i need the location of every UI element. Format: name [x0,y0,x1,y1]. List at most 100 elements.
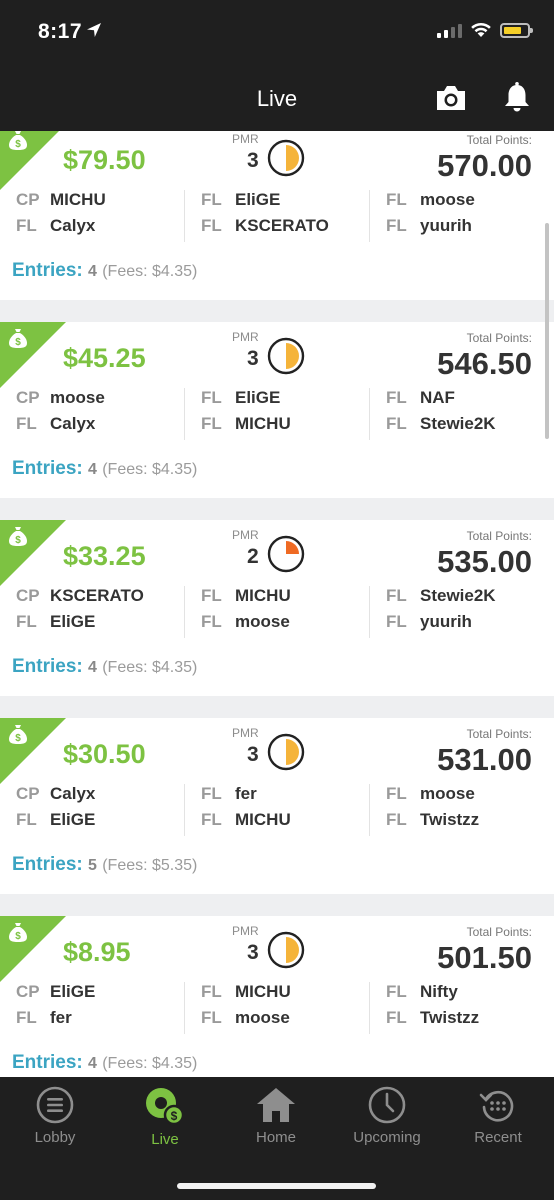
player-name[interactable]: Stewie2K [420,414,496,434]
slot-position: FL [201,784,222,803]
winnings-amount: $45.25 [63,343,146,373]
slot-position: FL [386,388,407,407]
player-name[interactable]: fer [50,1008,72,1028]
lineup-column: CP Calyx FL EliGE [16,784,95,836]
player-name[interactable]: yuurih [420,612,472,632]
total-points-value: 535.00 [437,544,532,579]
entries-count: 4 [88,461,97,478]
lineup-slot: FL fer [201,784,291,810]
player-name[interactable]: moose [420,190,475,210]
tab-recent[interactable]: Recent [443,1085,553,1146]
entries-info[interactable]: Entries: 4 (Fees: $4.35) [12,1052,197,1074]
player-name[interactable]: fer [235,784,257,804]
entries-info[interactable]: Entries: 5 (Fees: $5.35) [12,854,197,876]
entries-info[interactable]: Entries: 4 (Fees: $4.35) [12,458,197,480]
total-points-label: Total Points: [466,331,532,345]
player-name[interactable]: Nifty [420,982,458,1002]
player-name[interactable]: moose [420,784,475,804]
entry-fees: (Fees: $5.35) [102,857,198,874]
player-name[interactable]: MICHU [235,810,291,830]
bell-icon[interactable] [500,81,534,115]
player-name[interactable]: moose [235,612,290,632]
tab-upcoming[interactable]: Upcoming [332,1085,442,1146]
lineup: CP KSCERATO FL EliGE FL MICHU FL moose FL Stewie2… [0,586,554,640]
lineup-column: CP moose FL Calyx [16,388,105,440]
lineup-slot: FL Twistzz [386,1008,479,1034]
slot-position: FL [386,612,407,631]
player-name[interactable]: Calyx [50,784,95,804]
player-name[interactable]: EliGE [235,388,280,408]
lineup-column: FL EliGE FL KSCERATO [184,190,329,242]
lineup-slot: FL Stewie2K [386,586,496,612]
player-name[interactable]: moose [235,1008,290,1028]
svg-text:$: $ [15,733,21,744]
money-bag-icon: $ [9,725,27,744]
pmr-progress-icon [267,931,305,969]
player-name[interactable]: EliGE [50,982,95,1002]
money-bag-icon: $ [9,329,27,348]
player-name[interactable]: Calyx [50,216,95,236]
winnings-amount: $79.50 [63,145,146,175]
pmr-progress-icon [267,535,305,573]
player-name[interactable]: Twistzz [420,810,479,830]
lineup-slot: FL Nifty [386,982,479,1008]
camera-icon[interactable] [434,83,468,113]
player-name[interactable]: Stewie2K [420,586,496,606]
slot-position: FL [201,1008,222,1027]
lineup-slot: FL moose [201,612,291,638]
tab-label: Lobby [34,1129,76,1146]
lineup-slot: CP KSCERATO [16,586,144,612]
contest-card[interactable]: $ $79.50 PMR 3 Total Points: 570.00 CP MI… [0,131,554,300]
live-contest-list[interactable]: $ $79.50 PMR 3 Total Points: 570.00 CP MI… [0,131,554,1077]
player-name[interactable]: KSCERATO [235,216,329,236]
slot-position: FL [201,216,222,235]
player-name[interactable]: EliGE [50,810,95,830]
lineup-slot: FL KSCERATO [201,216,329,242]
player-name[interactable]: Calyx [50,414,95,434]
lineup-slot: FL EliGE [16,612,144,638]
lineup-slot: CP moose [16,388,105,414]
slot-position: FL [201,612,222,631]
entries-info[interactable]: Entries: 4 (Fees: $4.35) [12,260,197,282]
pmr-label: PMR [232,924,259,938]
tab-label: Home [255,1129,296,1146]
tab-live[interactable]: $ Live [110,1085,220,1148]
slot-position: FL [201,388,222,407]
tab-label: Recent [474,1129,522,1146]
slot-position: FL [201,810,222,829]
contest-card[interactable]: $ $8.95 PMR 3 Total Points: 501.50 CP Eli… [0,916,554,1077]
player-name[interactable]: MICHU [50,190,106,210]
home-indicator[interactable] [177,1183,376,1189]
slot-position: FL [16,1008,37,1027]
clock-icon [368,1086,406,1124]
player-name[interactable]: moose [50,388,105,408]
lineup-slot: FL moose [201,1008,291,1034]
entries-info[interactable]: Entries: 4 (Fees: $4.35) [12,656,197,678]
pmr-progress-icon [267,337,305,375]
player-name[interactable]: MICHU [235,586,291,606]
scrollbar[interactable] [545,223,549,439]
live-money-icon: $ [146,1088,185,1126]
player-name[interactable]: EliGE [50,612,95,632]
lineup-column: CP MICHU FL Calyx [16,190,106,242]
player-name[interactable]: yuurih [420,216,472,236]
contest-card[interactable]: $ $33.25 PMR 2 Total Points: 535.00 CP KS… [0,520,554,696]
home-icon [257,1088,295,1122]
player-name[interactable]: NAF [420,388,455,408]
player-name[interactable]: EliGE [235,190,280,210]
lineup-slot: FL MICHU [201,982,291,1008]
player-name[interactable]: Twistzz [420,1008,479,1028]
entries-label: Entries: [12,458,83,479]
money-bag-icon: $ [9,527,27,546]
player-name[interactable]: KSCERATO [50,586,144,606]
player-name[interactable]: MICHU [235,982,291,1002]
contest-card[interactable]: $ $30.50 PMR 3 Total Points: 531.00 CP Ca… [0,718,554,894]
contest-card[interactable]: $ $45.25 PMR 3 Total Points: 546.50 CP mo… [0,322,554,498]
pmr-value: 3 [247,941,259,964]
tab-home[interactable]: Home [221,1085,331,1146]
wifi-icon [471,22,491,37]
entries-count: 4 [88,1055,97,1072]
player-name[interactable]: MICHU [235,414,291,434]
pmr-value: 3 [247,743,259,766]
tab-lobby[interactable]: Lobby [0,1085,110,1146]
